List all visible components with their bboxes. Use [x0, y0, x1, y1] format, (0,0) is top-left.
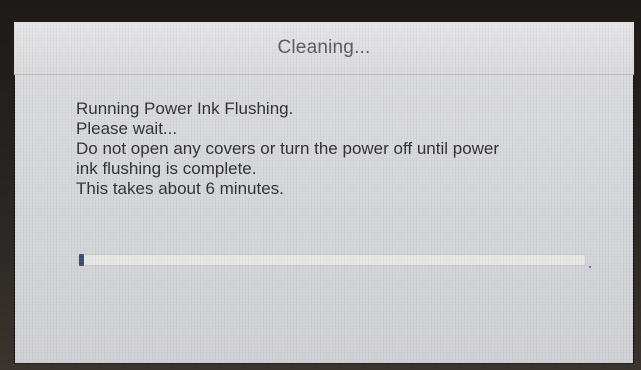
status-line: This takes about 6 minutes.	[76, 179, 284, 198]
status-line: ink flushing is complete.	[76, 159, 257, 178]
status-line: Do not open any covers or turn the power…	[76, 139, 500, 158]
status-line: Running Power Ink Flushing.	[76, 99, 294, 118]
screen-speck	[589, 266, 591, 268]
progress-fill	[79, 254, 84, 266]
lcd-screen: Cleaning... Running Power Ink Flushing. …	[14, 22, 634, 364]
printer-bezel: Cleaning... Running Power Ink Flushing. …	[0, 0, 641, 370]
dialog-title-bar: Cleaning...	[14, 22, 634, 75]
status-line: Please wait...	[76, 119, 178, 138]
status-message: Running Power Ink Flushing. Please wait.…	[76, 99, 616, 199]
progress-bar	[78, 254, 586, 266]
dialog-title: Cleaning...	[277, 37, 371, 58]
